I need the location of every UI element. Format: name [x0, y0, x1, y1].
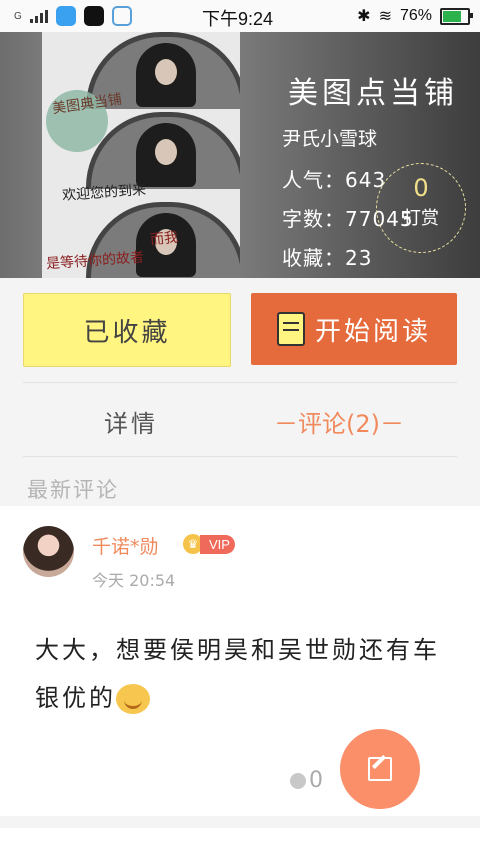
cover-photo	[86, 112, 240, 189]
book-header: 美图典当铺 欢迎您的到来 而我 是等待你的故者 美图点当铺 尹氏小雪球 人气：6…	[0, 32, 480, 278]
book-cover[interactable]: 美图典当铺 欢迎您的到来 而我 是等待你的故者	[42, 32, 240, 278]
reward-count: 0	[413, 174, 429, 202]
comment-username[interactable]: 千诺*勋	[92, 532, 159, 559]
gallery-app-icon	[111, 6, 132, 26]
bluetooth-icon: ✱	[357, 8, 371, 25]
bottom-strip	[0, 828, 480, 854]
avatar[interactable]	[23, 526, 74, 577]
carrier-label: G	[14, 10, 22, 22]
wifi-icon: ≋	[378, 8, 392, 25]
write-comment-button[interactable]	[340, 729, 420, 809]
comment-text: 大大，想要侯明昊和吴世勋还有车银优的	[35, 636, 440, 714]
book-title: 美图点当铺	[288, 76, 458, 111]
start-reading-button[interactable]: 开始阅读	[251, 293, 457, 365]
signal-icon	[29, 9, 48, 23]
collected-label: 已收藏	[83, 317, 171, 348]
reward-label: 打赏	[403, 208, 439, 229]
cover-welcome-text: 欢迎您的到来	[61, 182, 147, 204]
smile-emoji-icon	[116, 684, 150, 714]
latest-comments-heading: 最新评论	[27, 478, 119, 502]
comment-time: 今天 20:54	[92, 571, 176, 590]
reward-button[interactable]: 0 打赏	[376, 163, 466, 253]
collected-button[interactable]: 已收藏	[23, 293, 231, 367]
edit-icon	[368, 757, 392, 781]
qq-app-icon	[55, 6, 76, 26]
comment-like-button[interactable]: 0	[290, 768, 323, 793]
status-bar: G 下午9:24 ✱ ≋ 76%	[0, 0, 480, 32]
divider	[23, 382, 457, 383]
battery-icon	[440, 7, 473, 25]
tab-detail[interactable]: 详情	[104, 404, 158, 439]
divider	[23, 456, 457, 457]
book-icon	[276, 312, 305, 346]
vip-badge: VIP	[200, 535, 235, 554]
status-time: 下午9:24	[202, 9, 274, 29]
battery-percent: 76%	[399, 7, 432, 24]
tab-comments[interactable]: －评论(2)－	[274, 404, 404, 439]
comment-like-count: 0	[309, 768, 323, 793]
start-reading-label: 开始阅读	[314, 316, 431, 347]
tiktok-app-icon	[83, 6, 104, 26]
comment-bubble-icon	[290, 772, 306, 789]
cover-accent-text: 而我	[149, 229, 179, 249]
book-author[interactable]: 尹氏小雪球	[282, 124, 458, 151]
